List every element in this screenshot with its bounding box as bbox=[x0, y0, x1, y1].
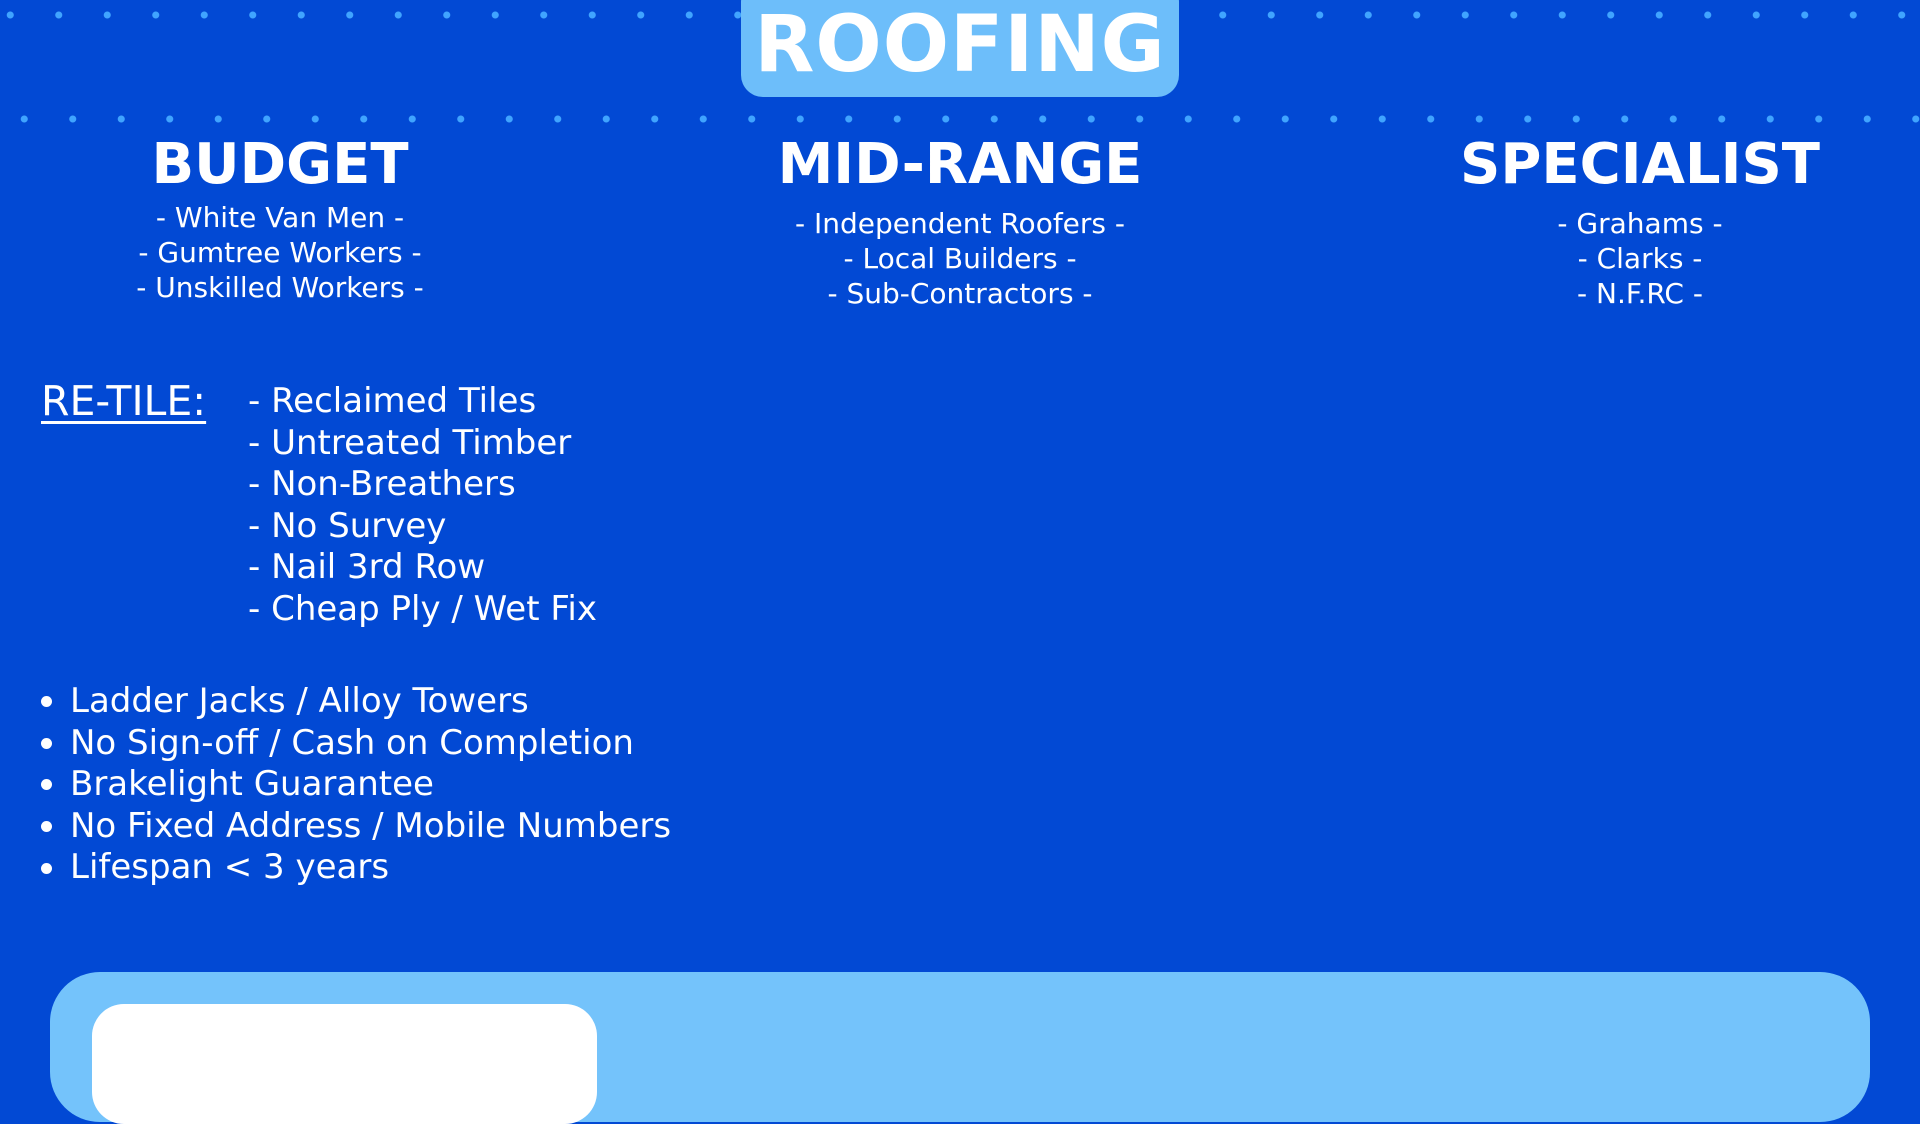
bullet-item: No Fixed Address / Mobile Numbers bbox=[41, 806, 671, 848]
retile-label: RE-TILE: bbox=[41, 377, 207, 425]
retile-item: - Non-Breathers bbox=[248, 464, 516, 505]
budget-item: - Gumtree Workers - bbox=[138, 236, 422, 269]
specialist-heading: SPECIALIST bbox=[1460, 132, 1820, 197]
retile-item: - Cheap Ply / Wet Fix bbox=[248, 588, 597, 629]
mid-range-heading: MID-RANGE bbox=[777, 132, 1143, 197]
budget-item: - White Van Men - bbox=[155, 201, 405, 234]
bullet-dot-icon bbox=[41, 737, 52, 749]
dot-pattern-divider bbox=[0, 114, 1920, 124]
bullet-dot-icon bbox=[41, 821, 52, 833]
bullet-dot-icon bbox=[41, 779, 52, 791]
bullet-list: Ladder Jacks / Alloy Towers No Sign-off … bbox=[41, 681, 671, 889]
budget-heading: BUDGET bbox=[151, 132, 409, 197]
budget-list: - White Van Men - - Gumtree Workers - - … bbox=[0, 200, 560, 305]
mid-range-list: - Independent Roofers - - Local Builders… bbox=[680, 206, 1240, 311]
bullet-text: No Sign-off / Cash on Completion bbox=[70, 722, 634, 763]
mid-range-column: MID-RANGE - Independent Roofers - - Loca… bbox=[680, 130, 1240, 311]
bottom-card bbox=[92, 1004, 597, 1124]
budget-item: - Unskilled Workers - bbox=[136, 271, 424, 304]
bullet-item: No Sign-off / Cash on Completion bbox=[41, 723, 671, 765]
bullet-text: Brakelight Guarantee bbox=[70, 764, 434, 805]
mid-range-item: - Local Builders - bbox=[843, 242, 1077, 275]
specialist-list: - Grahams - - Clarks - - N.F.RC - bbox=[1360, 206, 1920, 311]
specialist-item: - Clarks - bbox=[1577, 242, 1703, 275]
bullet-item: Lifespan < 3 years bbox=[41, 847, 671, 889]
bullet-text: No Fixed Address / Mobile Numbers bbox=[70, 805, 672, 846]
title-banner: ROOFING bbox=[741, 0, 1179, 97]
mid-range-item: - Sub-Contractors - bbox=[827, 277, 1093, 310]
specialist-item: - Grahams - bbox=[1557, 207, 1723, 240]
bullet-text: Ladder Jacks / Alloy Towers bbox=[70, 681, 529, 721]
budget-column: BUDGET - White Van Men - - Gumtree Worke… bbox=[0, 130, 560, 305]
bullet-dot-icon bbox=[41, 696, 52, 708]
page-title: ROOFING bbox=[754, 0, 1166, 90]
retile-item: - Untreated Timber bbox=[248, 422, 572, 463]
bullet-item: Ladder Jacks / Alloy Towers bbox=[41, 681, 671, 723]
specialist-column: SPECIALIST - Grahams - - Clarks - - N.F.… bbox=[1360, 130, 1920, 311]
retile-item: - Nail 3rd Row bbox=[248, 547, 486, 588]
specialist-item: - N.F.RC - bbox=[1577, 277, 1703, 310]
bullet-item: Brakelight Guarantee bbox=[41, 764, 671, 806]
retile-list: - Reclaimed Tiles - Untreated Timber - N… bbox=[248, 381, 597, 631]
bullet-dot-icon bbox=[41, 862, 52, 874]
retile-item: - No Survey bbox=[248, 505, 447, 546]
bullet-text: Lifespan < 3 years bbox=[70, 847, 390, 888]
retile-item: - Reclaimed Tiles bbox=[248, 381, 537, 421]
mid-range-item: - Independent Roofers - bbox=[794, 207, 1126, 240]
